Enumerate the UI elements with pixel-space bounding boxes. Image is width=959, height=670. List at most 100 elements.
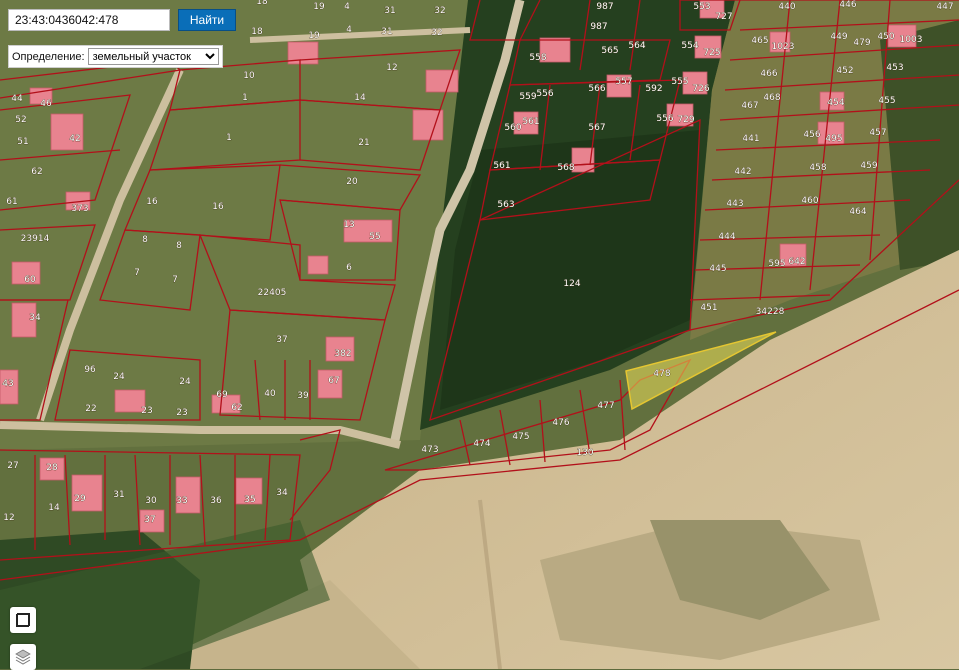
- parcel-label: 14: [354, 93, 366, 103]
- parcel-label: 561: [522, 117, 539, 127]
- parcel-label: 34228: [756, 307, 785, 317]
- parcel-label: 442: [734, 167, 751, 177]
- parcel-label: 1023: [772, 42, 795, 52]
- parcel-label: 451: [700, 303, 717, 313]
- parcel-label: 553: [693, 2, 710, 12]
- parcel-label: 42: [69, 134, 80, 144]
- parcel-label: 14: [48, 503, 60, 513]
- parcel-label: 124: [563, 279, 580, 289]
- parcel-label: 446: [839, 0, 856, 10]
- parcel-label: 40: [264, 389, 276, 399]
- parcel-label: 35: [244, 495, 255, 505]
- parcel-label: 62: [31, 167, 42, 177]
- parcel-label: 23: [176, 408, 187, 418]
- parcel-label: 22405: [258, 288, 287, 298]
- parcel-label: 31: [381, 27, 392, 37]
- parcel-label: 31: [113, 490, 124, 500]
- parcel-label: 467: [741, 101, 758, 111]
- parcel-label: 22: [85, 404, 96, 414]
- parcel-label: 560: [504, 123, 521, 133]
- parcel-label: 62: [231, 403, 242, 413]
- definition-select[interactable]: земельный участок: [87, 48, 219, 65]
- parcel-label: 46: [40, 99, 52, 109]
- building: [307, 255, 329, 275]
- parcel-label: 563: [497, 200, 514, 210]
- parcel-label: 1: [226, 133, 232, 143]
- parcel-label: 32: [431, 28, 442, 38]
- square-outline-icon: [16, 613, 30, 627]
- cadastral-number-input[interactable]: [8, 9, 170, 31]
- parcel-label: 555: [671, 77, 688, 87]
- parcel-label: 37: [144, 515, 155, 525]
- parcel-label: 473: [421, 445, 438, 455]
- parcel-label: 557: [615, 77, 632, 87]
- parcel-label: 4: [346, 25, 352, 35]
- parcel-label: 16: [212, 202, 224, 212]
- parcel-label: 561: [493, 161, 510, 171]
- parcel-label: 725: [703, 48, 720, 58]
- search-panel: Найти: [8, 9, 236, 31]
- parcel-label: 373: [71, 204, 88, 214]
- parcel-label: 1003: [900, 35, 923, 45]
- parcel-label: 595: [768, 259, 785, 269]
- parcel-label: 36: [210, 496, 222, 506]
- parcel-label: 31: [384, 6, 395, 16]
- parcel-label: 33: [176, 496, 187, 506]
- parcel-label: 457: [869, 128, 886, 138]
- parcel-label: 987: [596, 2, 613, 12]
- parcel-label: 12: [3, 513, 14, 523]
- parcel-label: 27: [7, 461, 18, 471]
- parcel-label: 455: [878, 96, 895, 106]
- parcel-label: 464: [849, 207, 866, 217]
- parcel-label: 443: [726, 199, 743, 209]
- parcel-label: 642: [788, 257, 805, 267]
- area-tool-button[interactable]: [10, 607, 36, 633]
- parcel-label: 564: [628, 41, 645, 51]
- parcel-label: 32: [434, 6, 445, 16]
- parcel-label: 28: [46, 463, 58, 473]
- parcel-label: 460: [801, 196, 818, 206]
- parcel-label: 52: [15, 115, 26, 125]
- parcel-label: 556: [656, 114, 673, 124]
- definition-label: Определение:: [12, 50, 85, 63]
- parcel-label: 21: [358, 138, 369, 148]
- parcel-label: 29: [74, 494, 86, 504]
- parcel-label: 8: [142, 235, 148, 245]
- parcel-label: 55: [369, 232, 380, 242]
- parcel-label: 19: [313, 2, 325, 12]
- parcel-label: 23914: [21, 234, 50, 244]
- parcel-label: 495: [825, 134, 842, 144]
- building: [71, 474, 103, 512]
- parcel-label: 449: [830, 32, 847, 42]
- parcel-label: 478: [653, 369, 670, 379]
- parcel-label: 6: [346, 263, 352, 273]
- parcel-label: 475: [512, 432, 529, 442]
- parcel-label: 592: [645, 84, 662, 94]
- parcel-label: 466: [760, 69, 777, 79]
- parcel-label: 34: [29, 313, 41, 323]
- parcel-label: 456: [803, 130, 820, 140]
- parcel-label: 44: [11, 94, 23, 104]
- parcel-label: 382: [334, 349, 351, 359]
- parcel-label: 23: [141, 406, 152, 416]
- parcel-label: 10: [243, 71, 255, 81]
- parcel-label: 445: [709, 264, 726, 274]
- find-button[interactable]: Найти: [178, 9, 236, 31]
- parcel-label: 567: [588, 123, 605, 133]
- parcel-label: 450: [877, 32, 894, 42]
- parcel-label: 468: [763, 93, 780, 103]
- parcel-label: 13: [343, 220, 354, 230]
- building: [50, 113, 84, 151]
- layers-button[interactable]: [10, 644, 36, 670]
- parcel-label: 559: [519, 92, 536, 102]
- parcel-label: 34: [276, 488, 288, 498]
- parcel-label: 565: [601, 46, 618, 56]
- parcel-label: 69: [216, 390, 228, 400]
- parcel-label: 454: [827, 98, 844, 108]
- parcel-label: 558: [529, 53, 546, 63]
- parcel-label: 12: [386, 63, 397, 73]
- parcel-label: 51: [17, 137, 28, 147]
- parcel-label: 729: [677, 115, 694, 125]
- parcel-label: 465: [751, 36, 768, 46]
- satellite-map[interactable]: 18 19 4 31 32 18 19 4 31 32 10 12 1 14 1…: [0, 0, 959, 669]
